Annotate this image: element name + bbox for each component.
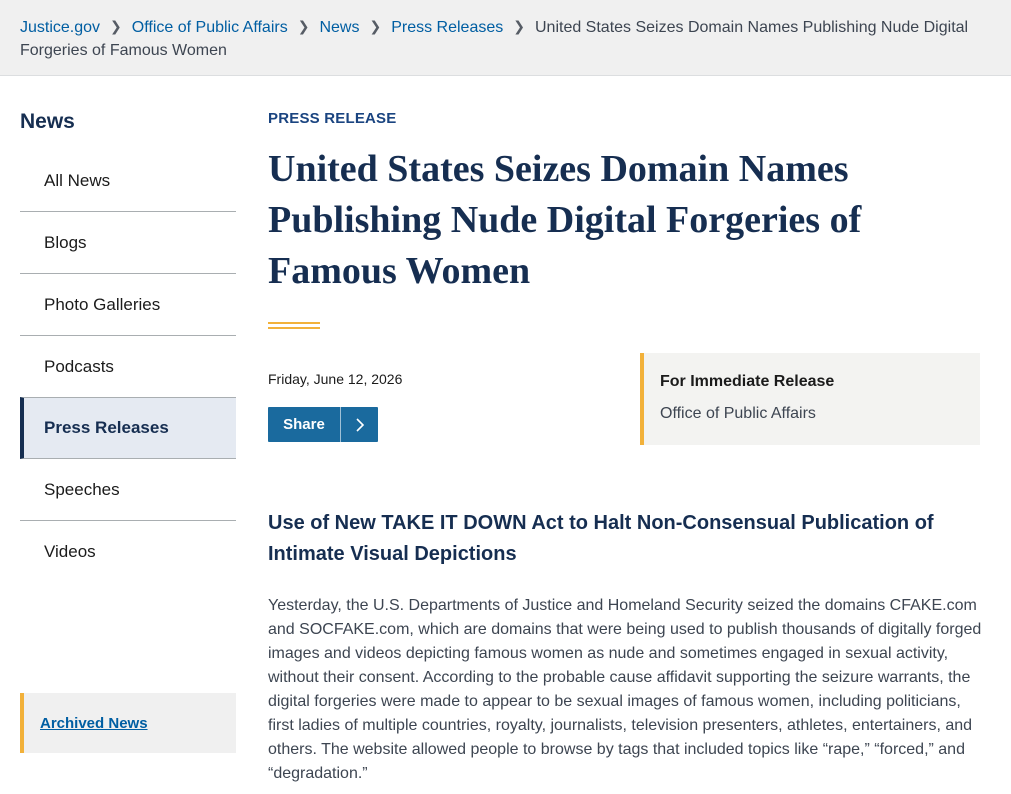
share-button[interactable]: Share (268, 407, 378, 442)
sidebar-item-speeches[interactable]: Speeches (20, 459, 236, 521)
sidebar-item-label: Speeches (44, 479, 120, 499)
sidebar-item-label: Press Releases (44, 418, 169, 437)
publish-date: Friday, June 12, 2026 (268, 371, 403, 387)
sidebar-item-photo-galleries[interactable]: Photo Galleries (20, 274, 236, 336)
article-kicker: PRESS RELEASE (268, 110, 397, 127)
breadcrumb-link-justice[interactable]: Justice.gov (20, 19, 100, 36)
page-title: United States Seizes Domain Names Publis… (268, 148, 862, 292)
sidebar-title: News (20, 110, 75, 133)
breadcrumb-link-opa[interactable]: Office of Public Affairs (132, 19, 288, 36)
sidebar-nav: All News Blogs Photo Galleries Podcasts … (20, 150, 236, 583)
sidebar-item-label: Photo Galleries (44, 294, 161, 314)
breadcrumb-link-news[interactable]: News (319, 19, 359, 36)
title-divider (268, 322, 320, 329)
chevron-right-icon: ❯ (369, 18, 382, 34)
sidebar-item-press-releases[interactable]: Press Releases (20, 397, 236, 459)
chevron-right-icon: ❯ (297, 18, 310, 34)
release-info-box: For Immediate Release Office of Public A… (640, 353, 980, 445)
archived-news-link[interactable]: Archived News (40, 715, 148, 732)
sidebar-item-label: Videos (44, 542, 96, 561)
breadcrumb-link-press-releases[interactable]: Press Releases (391, 19, 503, 36)
article-subheading: Use of New TAKE IT DOWN Act to Halt Non-… (268, 512, 934, 565)
sidebar-item-label: All News (44, 170, 111, 190)
sidebar-item-label: Blogs (44, 232, 87, 252)
article-body-paragraph: Yesterday, the U.S. Departments of Justi… (268, 597, 982, 782)
breadcrumb: Justice.gov ❯ Office of Public Affairs ❯ New… (20, 16, 980, 62)
release-office: Office of Public Affairs (660, 405, 816, 422)
archived-news-box: Archived News (20, 693, 236, 753)
chevron-right-icon: ❯ (513, 18, 525, 34)
chevron-right-icon (340, 407, 378, 442)
sidebar-item-label: Podcasts (44, 356, 114, 376)
share-button-label: Share (283, 416, 325, 433)
sidebar-item-podcasts[interactable]: Podcasts (20, 336, 236, 398)
sidebar-item-blogs[interactable]: Blogs (20, 212, 236, 274)
release-label: For Immediate Release (660, 373, 835, 390)
breadcrumb-bar: Justice.gov ❯ Office of Public Affairs ❯ New… (0, 0, 1011, 76)
chevron-right-icon: ❯ (110, 18, 122, 34)
sidebar-item-videos[interactable]: Videos (20, 521, 236, 583)
sidebar-item-all-news[interactable]: All News (20, 150, 236, 212)
